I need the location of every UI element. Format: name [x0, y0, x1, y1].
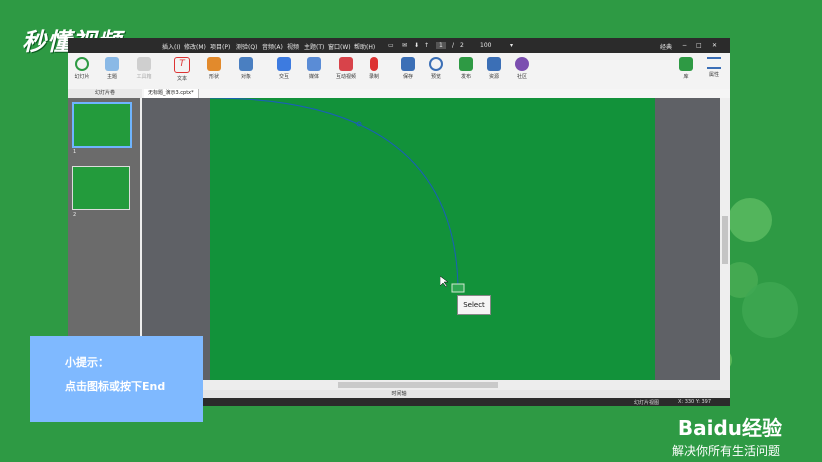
arrow-down-icon[interactable]: ⬇ — [414, 42, 419, 49]
assets-icon — [487, 57, 501, 71]
shape-button[interactable]: 形状 — [200, 55, 228, 87]
arrow-up-icon[interactable]: ↑ — [424, 42, 429, 49]
close-icon[interactable]: ✕ — [712, 42, 717, 49]
baidu-tagline: 解决你所有生活问题 — [671, 444, 780, 458]
menu-theme[interactable]: 主题(T) — [304, 42, 324, 51]
menu-window[interactable]: 窗口(W) — [328, 42, 351, 51]
toolbox-button[interactable]: 工具箱 — [130, 55, 158, 87]
publish-icon — [459, 57, 473, 71]
menu-modify[interactable]: 修改(M) — [184, 42, 206, 51]
zoom-select[interactable]: 100 — [480, 42, 491, 49]
slide-number-1: 1 — [73, 149, 77, 155]
slide-canvas[interactable] — [210, 98, 655, 380]
menu-insert[interactable]: 插入(I) — [162, 42, 180, 51]
theme-icon — [105, 57, 119, 71]
object-icon — [239, 57, 253, 71]
toolbox-icon — [137, 57, 151, 71]
select-tooltip[interactable]: Select — [457, 295, 491, 315]
shape-icon — [207, 57, 221, 71]
menu-bar: 插入(I) 修改(M) 项目(P) 测验(Q) 音频(A) 视频 主题(T) 窗… — [68, 38, 730, 53]
publish-button[interactable]: 发布 — [452, 55, 480, 87]
object-button[interactable]: 对象 — [232, 55, 260, 87]
menu-audio[interactable]: 音频(A) — [262, 42, 283, 51]
library-button[interactable]: 库 — [672, 55, 700, 87]
text-icon: T — [174, 57, 190, 73]
image-icon — [307, 57, 321, 71]
tip-title: 小提示： — [65, 356, 109, 369]
mouse-cursor-icon — [440, 276, 448, 288]
toolbar: 幻灯片 主题 工具箱 T 文本 形状 对象 交互 媒体 互动视频 录制 保存 预览… — [68, 53, 730, 90]
microphone-icon — [370, 57, 378, 71]
stage-area — [142, 98, 720, 380]
folder-icon — [679, 57, 693, 71]
theme-button[interactable]: 主题 — [98, 55, 126, 87]
mail-icon[interactable]: ✉ — [402, 42, 407, 49]
menu-quiz[interactable]: 测验(Q) — [236, 42, 257, 51]
slide-thumbnail-1[interactable] — [72, 102, 132, 148]
coordinate-readout: X: 330 Y: 397 — [678, 399, 712, 405]
tip-box: 小提示： 点击图标或按下End — [30, 336, 203, 422]
menu-lines-icon — [707, 57, 721, 69]
menu-project[interactable]: 项目(P) — [210, 42, 230, 51]
page-current-input[interactable]: 1 — [436, 42, 446, 49]
interaction-button[interactable]: 交互 — [270, 55, 298, 87]
text-button[interactable]: T 文本 — [168, 55, 196, 87]
page-total: 2 — [460, 42, 464, 49]
slide-thumbnail-2[interactable] — [72, 166, 130, 210]
media-button[interactable]: 媒体 — [300, 55, 328, 87]
baidu-jingyan-logo: Baidu经验 — [677, 416, 782, 440]
mode-select[interactable]: 经典 — [660, 42, 672, 51]
motion-path[interactable] — [210, 98, 655, 380]
save-icon — [401, 57, 415, 71]
vertical-scroll-thumb[interactable] — [722, 216, 728, 264]
slide-button[interactable]: 幻灯片 — [68, 55, 96, 87]
tip-text: 点击图标或按下End — [65, 380, 166, 393]
zoom-dropdown-icon[interactable]: ▾ — [510, 42, 513, 49]
menu-video[interactable]: 视频 — [287, 42, 299, 51]
view-label: 幻灯片视图 — [634, 400, 660, 406]
properties-button[interactable]: 属性 — [700, 55, 728, 87]
minimize-icon[interactable]: − — [682, 42, 687, 49]
slide-number-2: 2 — [73, 212, 77, 218]
menu-help[interactable]: 帮助(H) — [354, 42, 375, 51]
horizontal-scroll-thumb[interactable] — [338, 382, 498, 388]
video-icon — [339, 57, 353, 71]
preview-button[interactable]: 预览 — [422, 55, 450, 87]
play-icon — [429, 57, 443, 71]
save-button[interactable]: 保存 — [394, 55, 422, 87]
assets-button[interactable]: 资源 — [480, 55, 508, 87]
community-icon — [515, 57, 529, 71]
community-button[interactable]: 社区 — [508, 55, 536, 87]
hand-icon — [277, 57, 291, 71]
record-button[interactable]: 录制 — [360, 55, 388, 87]
page-separator: / — [452, 42, 455, 49]
interactive-video-button[interactable]: 互动视频 — [332, 55, 360, 87]
monitor-icon[interactable]: ▭ — [388, 42, 394, 49]
document-tab[interactable]: 无标题_演示3.cptx* — [144, 89, 199, 98]
maximize-icon[interactable]: □ — [696, 42, 702, 49]
plus-circle-icon — [75, 57, 89, 71]
